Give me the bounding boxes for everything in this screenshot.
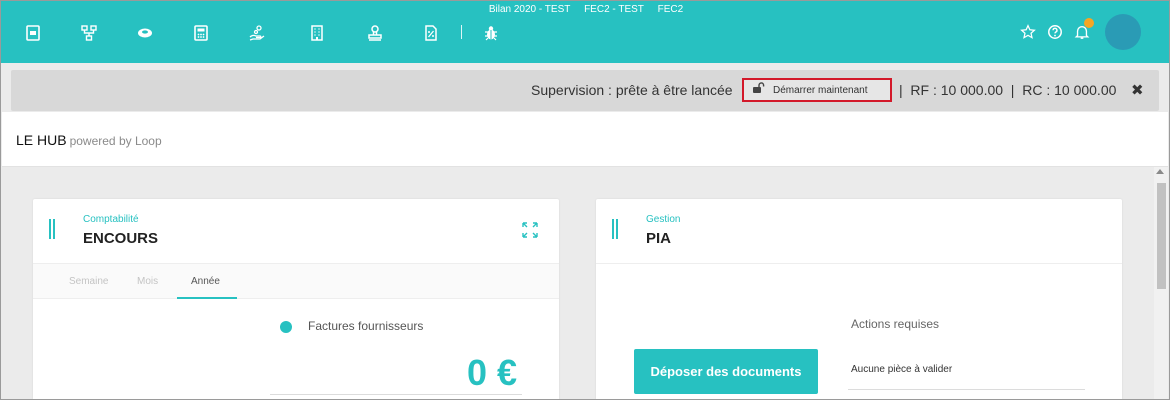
expand-icon[interactable] xyxy=(521,221,539,239)
legend-label: Factures fournisseurs xyxy=(308,319,424,333)
card-title: ENCOURS xyxy=(83,230,159,247)
coins-icon[interactable] xyxy=(135,23,155,43)
encours-card: Comptabilité ENCOURS Semaine Mois Année … xyxy=(33,199,559,399)
supervision-status: Supervision : prête à être lancée xyxy=(531,82,733,98)
toolbar-divider xyxy=(461,25,462,39)
card-category: Gestion xyxy=(646,214,681,225)
period-tabs: Semaine Mois Année xyxy=(33,263,559,299)
session-title: Bilan 2020 - TEST FEC2 - TEST FEC2 xyxy=(488,4,684,15)
help-icon[interactable] xyxy=(1046,23,1064,41)
unlock-icon xyxy=(752,81,766,99)
tab-annee[interactable]: Année xyxy=(191,276,220,287)
bug-icon[interactable] xyxy=(481,23,501,43)
calculator-icon[interactable] xyxy=(191,23,211,43)
encours-amount: 0 € xyxy=(466,352,517,393)
divider xyxy=(848,389,1085,390)
scroll-up-arrow-icon[interactable] xyxy=(1156,169,1164,174)
powered-by: powered by Loop xyxy=(69,134,162,148)
upload-documents-button[interactable]: Déposer des documents xyxy=(634,349,818,394)
divider xyxy=(270,394,522,395)
hand-money-icon[interactable] xyxy=(247,23,267,43)
drag-handle-icon[interactable] xyxy=(49,219,55,239)
hub-title: LE HUB xyxy=(16,132,67,148)
active-tab-indicator xyxy=(177,297,237,299)
close-icon[interactable]: ✖ xyxy=(1131,81,1144,99)
percent-doc-icon[interactable] xyxy=(421,23,441,43)
divider xyxy=(596,263,1122,264)
actions-heading: Actions requises xyxy=(851,317,940,331)
card-title: PIA xyxy=(646,230,672,247)
legend-dot xyxy=(280,321,292,333)
building-icon[interactable] xyxy=(307,23,327,43)
tab-semaine[interactable]: Semaine xyxy=(69,276,108,287)
card-category: Comptabilité xyxy=(83,214,139,225)
drag-handle-icon[interactable] xyxy=(612,219,618,239)
action-item: Aucune pièce à valider xyxy=(851,364,953,375)
pia-card: Gestion PIA Actions requises Déposer des… xyxy=(596,199,1122,399)
tab-mois[interactable]: Mois xyxy=(137,276,158,287)
notification-badge xyxy=(1084,18,1094,28)
top-navigation-bar: Bilan 2020 - TEST FEC2 - TEST FEC2 xyxy=(1,1,1169,63)
scrollbar-thumb[interactable] xyxy=(1157,183,1166,289)
org-chart-icon[interactable] xyxy=(79,23,99,43)
start-now-label: Démarrer maintenant xyxy=(773,84,868,96)
page-header xyxy=(2,112,1168,167)
page-title: LE HUB powered by Loop xyxy=(16,132,162,148)
star-icon[interactable] xyxy=(1019,23,1037,41)
document-icon[interactable] xyxy=(23,23,43,43)
start-now-button[interactable]: Démarrer maintenant xyxy=(742,78,892,102)
rf-rc-figures: | RF : 10 000.00 | RC : 10 000.00 xyxy=(899,82,1117,98)
avatar[interactable] xyxy=(1105,14,1141,50)
stamp-icon[interactable] xyxy=(365,23,385,43)
app-window: Bilan 2020 - TEST FEC2 - TEST FEC2 Super… xyxy=(0,0,1170,400)
